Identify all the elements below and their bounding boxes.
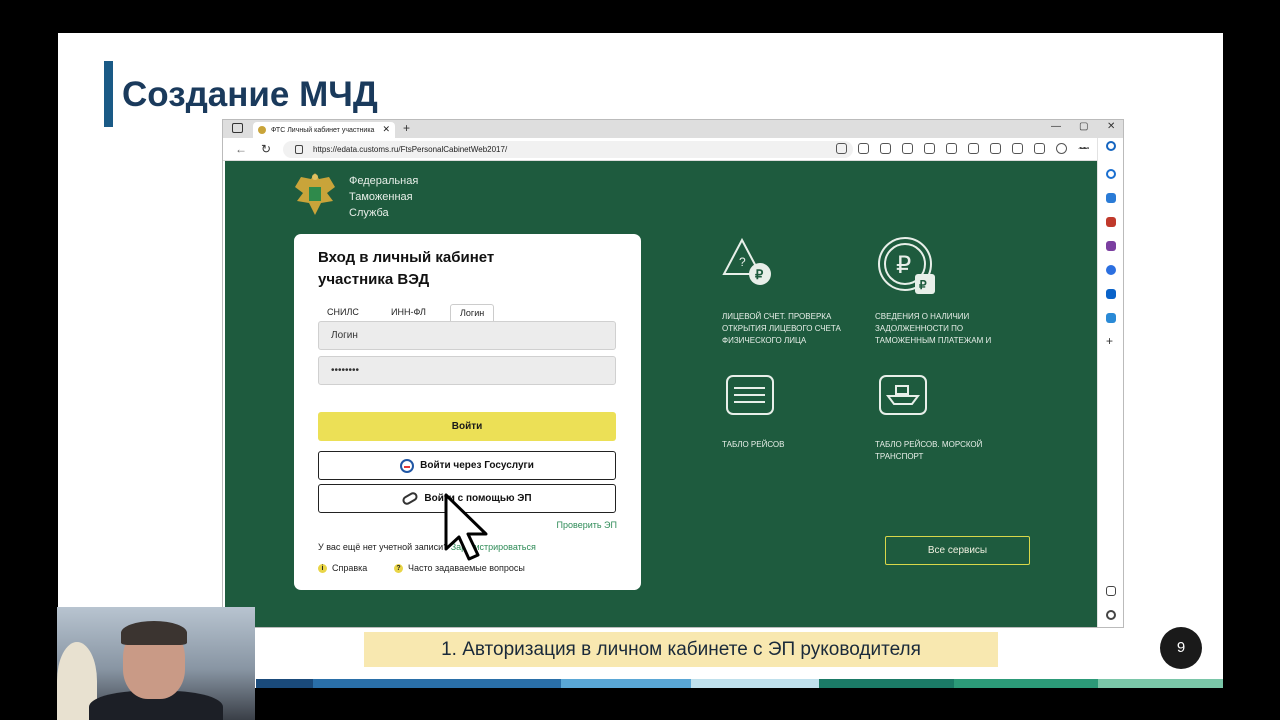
tab-snils[interactable]: СНИЛС — [318, 304, 368, 321]
flight-board-icon[interactable] — [725, 374, 775, 416]
tab-login[interactable]: Логин — [450, 304, 495, 321]
login-heading-line2: участника ВЭД — [318, 271, 430, 288]
outlook-icon[interactable] — [1106, 289, 1116, 299]
tab-close-icon[interactable]: ✕ — [382, 124, 390, 135]
ruble-coin-icon[interactable]: ₽ ₽ — [877, 236, 943, 296]
new-tab-button[interactable]: + — [403, 121, 410, 135]
service-label-account[interactable]: ЛИЦЕВОЙ СЧЕТ. ПРОВЕРКА ОТКРЫТИЯ ЛИЦЕВОГО… — [722, 311, 857, 347]
copilot-icon[interactable] — [1106, 141, 1116, 151]
footer-stripe-2 — [313, 679, 561, 688]
sidebar-layout-icon[interactable] — [1106, 586, 1116, 596]
toolbar-icons — [836, 143, 1089, 154]
login-heading-line1: Вход в личный кабинет — [318, 249, 495, 266]
split-screen-icon[interactable] — [946, 143, 957, 154]
org-name-line1: Федеральная — [349, 175, 419, 187]
svg-text:₽: ₽ — [919, 278, 927, 292]
org-name-line3: Служба — [349, 207, 389, 219]
url-text: https://edata.customs.ru/FtsPersonalCabi… — [313, 145, 508, 154]
gosuslugi-icon — [400, 458, 415, 473]
emblem-favicon-icon — [258, 126, 266, 134]
performance-icon[interactable] — [1012, 143, 1023, 154]
faq-icon: ? — [394, 563, 403, 573]
digital-signature-icon — [401, 490, 420, 507]
presenter-hair — [121, 621, 187, 645]
svg-text:?: ? — [739, 255, 746, 269]
check-ep-link[interactable]: Проверить ЭП — [557, 520, 617, 530]
minimize-button[interactable]: — — [1051, 121, 1061, 132]
search-icon[interactable] — [1106, 169, 1116, 179]
browser-sidebar: + — [1097, 138, 1123, 627]
service-label-sea-transport[interactable]: ТАБЛО РЕЙСОВ. МОРСКОЙ ТРАНСПОРТ — [875, 439, 1010, 463]
more-menu-icon[interactable] — [1078, 147, 1089, 150]
web-page: Федеральная Таможенная Служба Вход в лич… — [225, 161, 1098, 627]
toolbox-icon[interactable] — [1106, 217, 1116, 227]
no-account-text: У вас ещё нет учетной записи? Зарегистри… — [318, 542, 536, 552]
login-input[interactable]: Логин — [318, 321, 616, 350]
no-account-label: У вас ещё нет учетной записи? — [318, 542, 449, 552]
favorites-icon[interactable] — [968, 143, 979, 154]
settings-gear-icon[interactable] — [1106, 610, 1116, 620]
footer-stripe-4 — [691, 679, 819, 688]
maximize-button[interactable]: ▢ — [1079, 121, 1088, 132]
footer-stripe-5 — [819, 679, 954, 688]
org-name-line2: Таможенная — [349, 191, 413, 203]
warning-ruble-icon[interactable]: ? ₽ — [722, 236, 778, 292]
login-heading: Вход в личный кабинет участника ВЭД — [318, 247, 494, 291]
send-icon[interactable] — [1106, 313, 1116, 323]
key-icon[interactable] — [836, 143, 847, 154]
customs-emblem-logo — [295, 173, 335, 215]
address-bar[interactable]: https://edata.customs.ru/FtsPersonalCabi… — [283, 141, 853, 158]
games-icon[interactable] — [1106, 241, 1116, 251]
help-icon: i — [318, 563, 327, 573]
tab-title: ФТС Личный кабинет участника — [271, 126, 375, 134]
footer-stripe-1 — [256, 679, 313, 688]
gosuslugi-login-button[interactable]: Войти через Госуслуги — [318, 451, 616, 480]
collections-icon[interactable] — [990, 143, 1001, 154]
lock-icon — [295, 145, 303, 154]
reload-button[interactable]: ↻ — [261, 142, 271, 156]
extension-icon[interactable] — [902, 143, 913, 154]
title-accent-bar — [104, 61, 113, 127]
webcam-video — [57, 607, 255, 720]
back-button[interactable]: ← — [235, 142, 247, 156]
mouse-pointer-icon — [444, 493, 488, 561]
slide-page-number: 9 — [1160, 627, 1202, 669]
svg-text:₽: ₽ — [896, 252, 911, 279]
browser-window: ФТС Личный кабинет участника ✕ + — ▢ ✕ ←… — [222, 119, 1124, 628]
edge-icon[interactable] — [1034, 143, 1045, 154]
tab-actions-icon[interactable] — [232, 123, 243, 133]
footer-stripe-7 — [1098, 679, 1223, 688]
login-submit-button[interactable]: Войти — [318, 412, 616, 441]
gosuslugi-label: Войти через Госуслуги — [420, 460, 534, 471]
service-label-debt[interactable]: СВЕДЕНИЯ О НАЛИЧИИ ЗАДОЛЖЕННОСТИ ПО ТАМО… — [875, 311, 1010, 347]
slide-title: Создание МЧД — [122, 75, 378, 114]
ship-board-icon[interactable] — [878, 374, 928, 416]
close-window-button[interactable]: ✕ — [1107, 121, 1115, 132]
favorite-star-icon[interactable] — [880, 143, 891, 154]
profile-avatar-icon[interactable] — [1056, 143, 1067, 154]
tab-bar: ФТС Личный кабинет участника ✕ + — ▢ ✕ — [223, 120, 1123, 138]
all-services-button[interactable]: Все сервисы — [885, 536, 1030, 565]
footer-stripe-6 — [954, 679, 1098, 688]
address-toolbar: ← ↻ https://edata.customs.ru/FtsPersonal… — [223, 138, 1123, 161]
tab-inn[interactable]: ИНН-ФЛ — [382, 304, 435, 321]
help-link[interactable]: i Справка — [318, 563, 367, 573]
microsoft365-icon[interactable] — [1106, 265, 1116, 275]
add-sidebar-app-icon[interactable]: + — [1106, 335, 1116, 347]
svg-text:₽: ₽ — [755, 267, 764, 282]
login-method-tabs: СНИЛС ИНН-ФЛ Логин — [318, 304, 616, 321]
refresh-extension-icon[interactable] — [924, 143, 935, 154]
presentation-slide: Создание МЧД ФТС Личный кабинет участник… — [58, 33, 1223, 688]
help-label: Справка — [332, 563, 368, 573]
browser-tab[interactable]: ФТС Личный кабинет участника ✕ — [253, 122, 395, 138]
password-input[interactable]: •••••••• — [318, 356, 616, 385]
read-aloud-icon[interactable] — [858, 143, 869, 154]
slide-caption: 1. Авторизация в личном кабинете с ЭП ру… — [364, 632, 998, 667]
footer-stripe-3 — [561, 679, 691, 688]
org-name: Федеральная Таможенная Служба — [349, 173, 418, 221]
shopping-tag-icon[interactable] — [1106, 193, 1116, 203]
service-label-flights[interactable]: ТАБЛО РЕЙСОВ — [722, 439, 857, 451]
